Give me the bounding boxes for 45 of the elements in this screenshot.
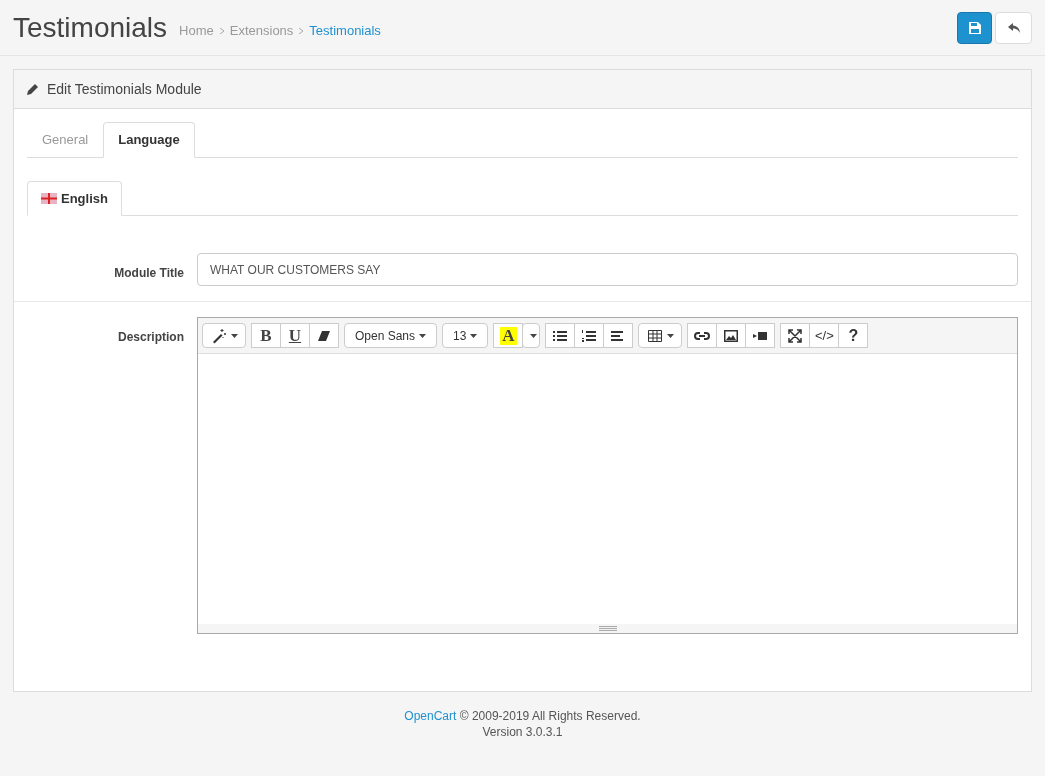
caret-icon (470, 333, 478, 338)
eraser-button[interactable] (309, 323, 339, 348)
version-text: Version 3.0.3.1 (481, 724, 564, 740)
pencil-icon (27, 83, 39, 95)
back-button[interactable] (995, 11, 1032, 44)
save-button[interactable] (957, 11, 992, 44)
locale-flag-tab[interactable]: English (27, 181, 122, 216)
table-icon (646, 327, 663, 344)
dropdown-button[interactable]: Open Sans (344, 323, 438, 348)
link-button[interactable] (687, 323, 718, 348)
grip-icon (598, 626, 617, 631)
numbers-button[interactable] (574, 323, 605, 348)
bold-button[interactable]: B (251, 323, 281, 348)
chevron-icon (219, 27, 224, 34)
text-input[interactable]: WHAT OUR CUSTOMERS SAY (197, 253, 1018, 286)
style-button[interactable] (202, 323, 246, 348)
dropdown-toggle[interactable] (522, 323, 541, 348)
help-button[interactable]: ? (838, 323, 869, 348)
save-icon (968, 21, 981, 34)
video-button[interactable] (745, 323, 776, 348)
field-label: Description (118, 330, 184, 344)
page-title: Testimonials (13, 10, 168, 45)
reply-arrow-icon (1007, 22, 1020, 33)
caret-icon (419, 333, 427, 338)
underline-button[interactable]: U (280, 323, 310, 348)
dropdown-button[interactable]: 13 (442, 323, 489, 348)
copyright-text: OpenCart © 2009-2019 All Rights Reserved. (403, 708, 642, 724)
bullets-button[interactable] (545, 323, 576, 348)
fullscreen-button[interactable] (780, 323, 811, 348)
chevron-icon (299, 27, 304, 34)
text-color-button[interactable]: A (493, 323, 524, 348)
align-button[interactable] (603, 323, 634, 348)
panel-title: Edit Testimonials Module (47, 79, 202, 99)
numbered-list-icon (581, 327, 598, 344)
flag-icon (41, 193, 57, 204)
caret-icon (529, 333, 537, 338)
code-view-button[interactable]: </> (809, 323, 840, 348)
caret-icon (230, 333, 238, 338)
section-tab[interactable]: Language (103, 122, 195, 158)
caret-icon (666, 333, 674, 338)
table-button[interactable] (638, 323, 683, 348)
picture-icon (723, 327, 740, 344)
field-label: Module Title (114, 266, 184, 280)
picture-button[interactable] (716, 323, 747, 348)
fullscreen-icon (787, 327, 804, 344)
